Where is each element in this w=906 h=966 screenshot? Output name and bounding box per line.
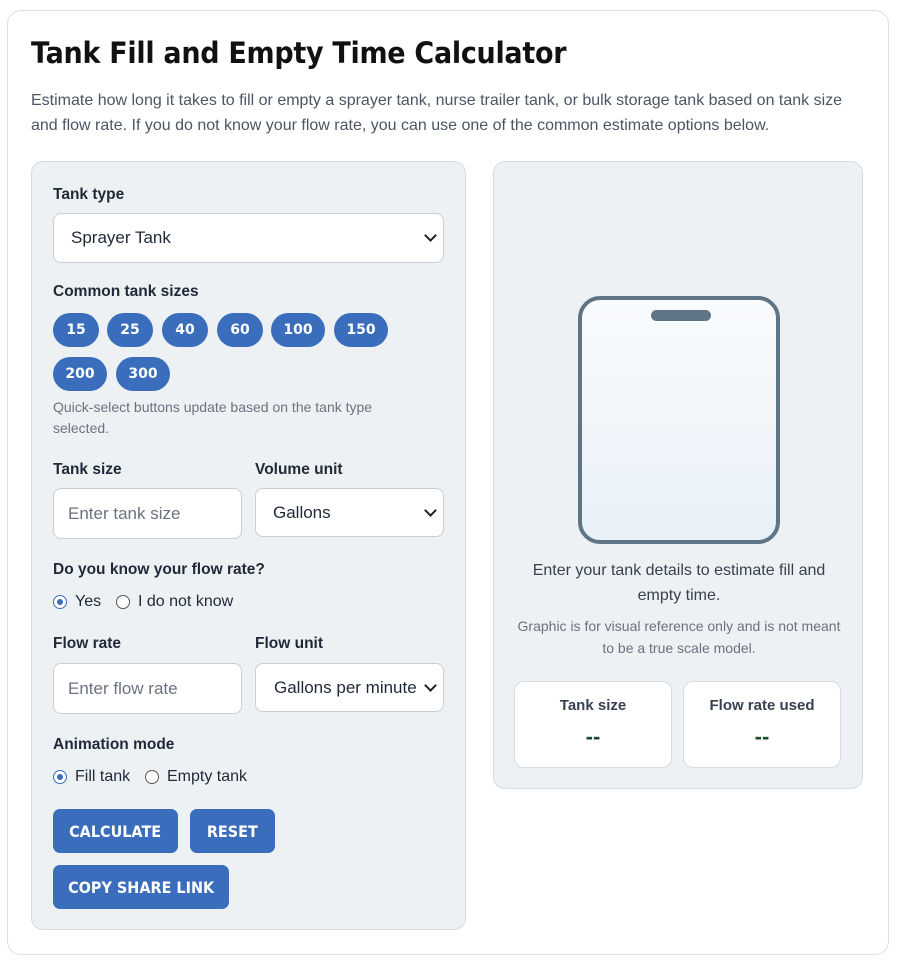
stat-flow-rate-value: -- (754, 724, 770, 749)
flow-unit-label: Flow unit (255, 635, 324, 652)
radio-no-label: I do not know (138, 593, 234, 610)
animation-mode-label: Animation mode (53, 736, 175, 753)
flow-rate-label: Flow rate (53, 635, 122, 652)
size-pill-15[interactable]: 15 (53, 313, 99, 347)
volume-unit-value: Gallons (273, 502, 331, 522)
tank-type-label: Tank type (53, 186, 125, 203)
tank-type-value: Sprayer Tank (71, 228, 171, 247)
know-flow-label: Do you know your flow rate? (53, 561, 265, 578)
flow-known-no-option[interactable]: I do not know (116, 593, 233, 611)
radio-yes-label: Yes (75, 593, 102, 610)
intro-text: Estimate how long it takes to fill or em… (31, 92, 843, 134)
radio-no[interactable] (116, 595, 130, 609)
size-pill-25[interactable]: 25 (107, 313, 153, 347)
stat-flow-rate: Flow rate used -- (683, 681, 841, 768)
size-pill-100[interactable]: 100 (271, 313, 325, 347)
volume-unit-select[interactable]: Gallons (255, 488, 444, 537)
stat-tank-size-title: Tank size (559, 697, 627, 714)
tank-cap-icon (651, 310, 711, 321)
stat-flow-rate-title: Flow rate used (709, 697, 815, 714)
size-pill-40[interactable]: 40 (162, 313, 208, 347)
flow-unit-select[interactable]: Gallons per minute (255, 663, 444, 712)
input-panel: Tank type Sprayer Tank Common tank sizes… (31, 161, 466, 930)
size-pill-200[interactable]: 200 (53, 357, 107, 391)
chevron-down-icon (424, 678, 437, 692)
flow-unit-value: Gallons per minute (274, 677, 417, 697)
page-title: Tank Fill and Empty Time Calculator (31, 36, 567, 70)
graphic-note: Graphic is for visual reference only and… (517, 618, 841, 656)
chevron-down-icon (424, 229, 437, 242)
size-pill-300[interactable]: 300 (116, 357, 170, 391)
empty-tank-option[interactable]: Empty tank (145, 768, 247, 786)
size-pill-150[interactable]: 150 (334, 313, 388, 347)
radio-fill[interactable] (53, 770, 67, 784)
tank-type-select[interactable]: Sprayer Tank (53, 213, 444, 263)
sizes-hint: Quick-select buttons update based on the… (53, 399, 373, 436)
fill-tank-option[interactable]: Fill tank (53, 768, 130, 786)
copy-share-link-button[interactable]: COPY SHARE LINK (53, 865, 229, 909)
stat-tank-size-value: -- (585, 724, 601, 749)
calculate-button[interactable]: CALCULATE (53, 809, 178, 853)
tank-size-label: Tank size (53, 461, 122, 478)
reset-button[interactable]: RESET (190, 809, 275, 853)
size-pill-60[interactable]: 60 (217, 313, 263, 347)
result-panel: Enter your tank details to estimate fill… (493, 161, 863, 789)
radio-empty[interactable] (145, 770, 159, 784)
flow-rate-input[interactable]: Enter flow rate (53, 663, 242, 714)
flow-known-yes-option[interactable]: Yes (53, 593, 101, 611)
tank-graphic (578, 296, 780, 544)
common-sizes-label: Common tank sizes (53, 283, 199, 300)
tank-size-input[interactable]: Enter tank size (53, 488, 242, 539)
volume-unit-label: Volume unit (255, 461, 343, 478)
radio-yes[interactable] (53, 595, 67, 609)
radio-fill-label: Fill tank (75, 768, 131, 785)
result-status: Enter your tank details to estimate fill… (532, 562, 826, 604)
radio-empty-label: Empty tank (167, 768, 248, 785)
chevron-down-icon (424, 503, 437, 517)
stat-tank-size: Tank size -- (514, 681, 672, 768)
